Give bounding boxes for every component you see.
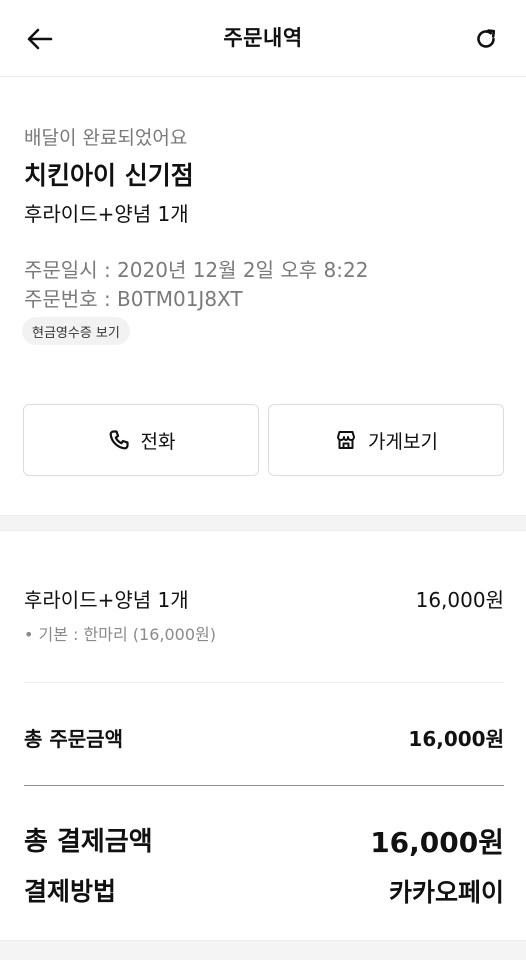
order-status: 배달이 완료되었어요	[24, 127, 188, 149]
refresh-icon	[477, 29, 496, 48]
call-button[interactable]: 전화	[23, 404, 259, 476]
order-number: 주문번호 : B0TM01J8XT	[24, 287, 243, 311]
payment-total-value: 16,000원	[370, 826, 504, 859]
order-detail-page: 주문내역 배달이 완료되었어요 치킨아이 신기점 후라이드+양념 1개 주문일시…	[0, 0, 526, 960]
payment-method-label: 결제방법	[24, 877, 117, 906]
page-title: 주문내역	[223, 26, 303, 50]
cash-receipt-button[interactable]: 현금영수증 보기	[22, 317, 130, 345]
order-total-value: 16,000원	[408, 727, 504, 751]
store-icon	[337, 431, 356, 449]
phone-icon	[109, 430, 129, 450]
totals-divider	[24, 785, 504, 786]
view-store-button-label: 가게보기	[368, 430, 438, 453]
item-option: • 기본 : 한마리 (16,000원)	[24, 625, 216, 644]
bottom-divider	[0, 940, 526, 960]
item-divider	[24, 682, 504, 683]
payment-total-label: 총 결제금액	[24, 827, 153, 857]
view-store-button[interactable]: 가게보기	[268, 404, 504, 476]
section-divider	[0, 515, 526, 531]
refresh-button[interactable]	[466, 19, 506, 59]
call-button-label: 전화	[140, 430, 176, 453]
item-name: 후라이드+양념 1개	[24, 588, 189, 612]
order-summary: 후라이드+양념 1개	[24, 202, 189, 226]
order-total-label: 총 주문금액	[24, 727, 123, 751]
payment-method-value: 카카오페이	[388, 878, 504, 907]
store-name: 치킨아이 신기점	[24, 161, 194, 190]
header: 주문내역	[0, 0, 526, 77]
item-price: 16,000원	[415, 588, 504, 612]
order-date: 주문일시 : 2020년 12월 2일 오후 8:22	[24, 258, 369, 282]
